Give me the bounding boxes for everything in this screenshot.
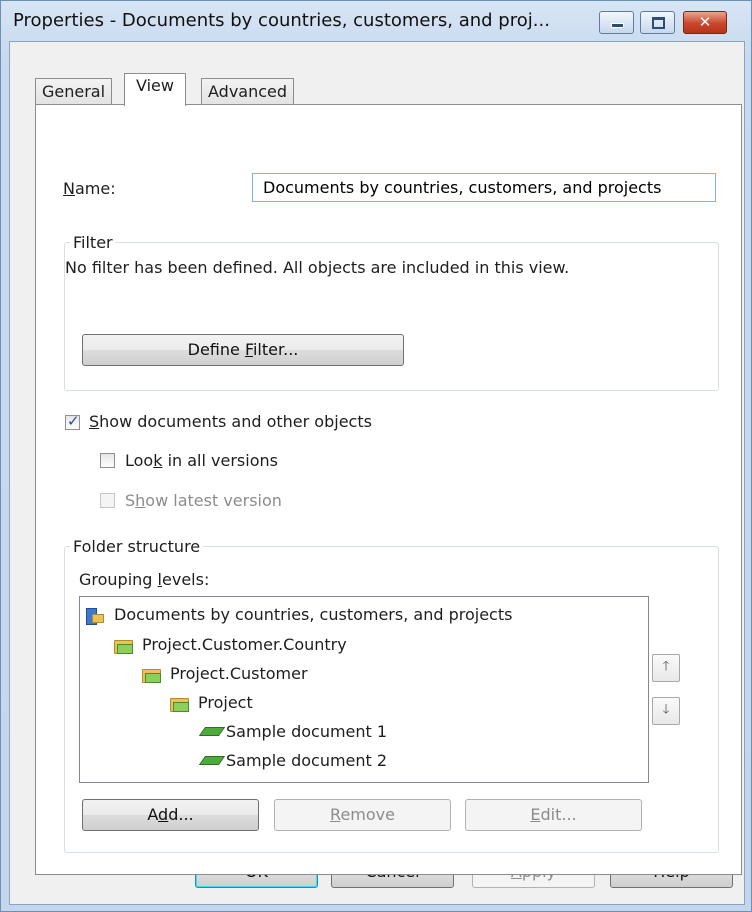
tab-general[interactable]: General xyxy=(35,78,113,105)
window-title: Properties - Documents by countries, cus… xyxy=(13,10,550,31)
close-icon: ✕ xyxy=(698,13,712,31)
grouping-levels-tree[interactable]: Documents by countries, customers, and p… xyxy=(79,596,649,783)
maximize-button[interactable] xyxy=(640,11,675,34)
show-latest-version-checkbox[interactable] xyxy=(100,493,115,508)
properties-dialog: Properties - Documents by countries, cus… xyxy=(0,0,752,912)
define-filter-button[interactable]: Define Filter... xyxy=(82,334,404,366)
look-all-versions-label: Look in all versions xyxy=(125,451,278,470)
title-bar[interactable]: Properties - Documents by countries, cus… xyxy=(1,1,751,41)
close-button[interactable]: ✕ xyxy=(683,11,727,34)
name-field[interactable] xyxy=(252,173,716,202)
grouping-levels-label: Grouping levels: xyxy=(79,570,210,589)
look-all-versions-checkbox[interactable] xyxy=(100,453,115,468)
document-icon xyxy=(198,727,226,737)
filter-legend: Filter xyxy=(73,233,113,252)
move-up-button[interactable]: 🡑 xyxy=(652,654,680,682)
show-documents-label: Show documents and other objects xyxy=(89,412,372,431)
filter-description: No filter has been defined. All objects … xyxy=(65,258,570,277)
folder-structure-legend: Folder structure xyxy=(73,537,201,556)
filter-group: Filter xyxy=(64,233,719,391)
folder-icon xyxy=(170,696,189,712)
minimize-button[interactable] xyxy=(599,11,634,34)
arrow-down-icon: 🡓 xyxy=(662,702,670,717)
arrow-up-icon: 🡑 xyxy=(662,659,670,674)
maximize-icon xyxy=(652,17,665,29)
checkmark-icon: ✓ xyxy=(67,412,80,430)
minimize-icon xyxy=(611,23,624,28)
name-label: Name: xyxy=(63,179,116,198)
add-button[interactable]: Add... xyxy=(82,799,259,831)
dialog-client-area: General View Advanced Name: Filter No fi… xyxy=(9,41,745,905)
remove-button[interactable]: Remove xyxy=(274,799,451,831)
document-icon xyxy=(198,756,226,766)
edit-button[interactable]: Edit... xyxy=(465,799,642,831)
view-icon xyxy=(86,608,104,625)
view-tab-panel: Name: Filter No filter has been defined.… xyxy=(35,104,742,875)
show-latest-version-label: Show latest version xyxy=(125,491,282,510)
folder-icon xyxy=(142,667,161,683)
tab-view[interactable]: View xyxy=(124,73,186,106)
tab-advanced[interactable]: Advanced xyxy=(201,78,295,105)
folder-icon xyxy=(114,638,133,654)
move-down-button[interactable]: 🡓 xyxy=(652,697,680,725)
show-documents-checkbox[interactable]: ✓ xyxy=(65,412,80,430)
